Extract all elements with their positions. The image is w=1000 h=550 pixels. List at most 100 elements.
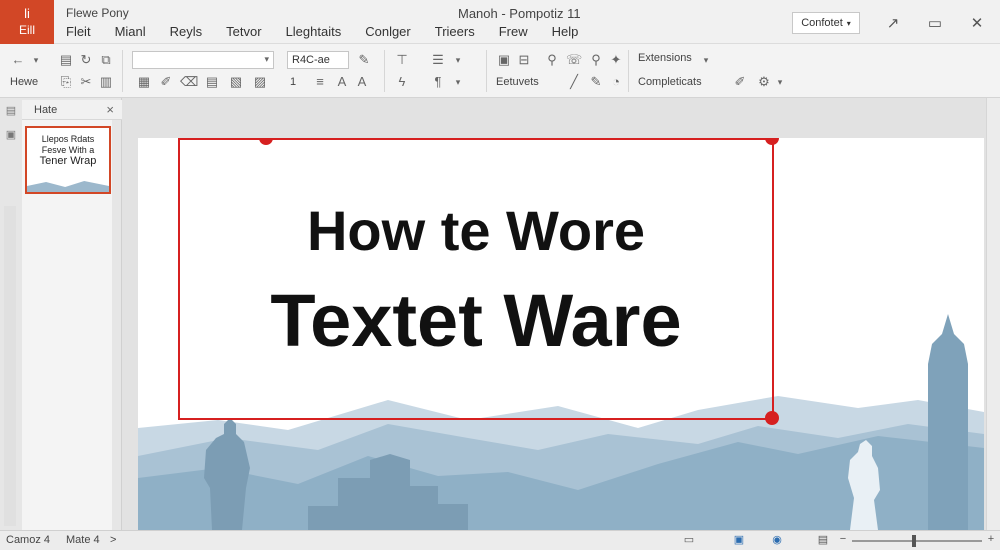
restore-arrow-icon[interactable]: ↗	[882, 12, 904, 34]
clipboard-icon[interactable]: ⧉	[98, 52, 114, 68]
page-indicator: Mate 4	[66, 534, 100, 546]
thumb-icon[interactable]: ◔	[608, 74, 624, 90]
slide-thumbnail-pane: ▤ ▣ Hate × Llepos Rdats Fesve With a Ten…	[0, 98, 122, 530]
phone-icon[interactable]: ☏	[566, 52, 582, 68]
pane-title: Hate	[34, 104, 58, 116]
document-name: Flewe Pony	[66, 6, 129, 20]
slide-counter: Camoz 4	[6, 534, 51, 546]
chevron-down-icon[interactable]: ▾	[698, 52, 714, 68]
status-bar: Camoz 4 Mate 4 > ▭ ▣ ◉ ▤ − +	[0, 530, 1000, 550]
normal-view-icon[interactable]: ▣	[732, 533, 746, 547]
menu-item-8[interactable]: Help	[552, 24, 589, 39]
picture-icon[interactable]: ▨	[252, 74, 268, 90]
selected-text-box[interactable]: How te Wore Textet Ware	[178, 138, 774, 420]
shape-icon[interactable]: ▣	[496, 52, 512, 68]
pencil-icon[interactable]: ✎	[588, 74, 604, 90]
settings-icon[interactable]: ⚙	[756, 74, 772, 90]
lightning-icon[interactable]: ϟ	[394, 74, 410, 90]
format-painter-icon[interactable]: ↻	[78, 52, 94, 68]
slide-title-line-1[interactable]: How te Wore	[180, 198, 772, 263]
bullets-icon[interactable]: ☰	[430, 52, 446, 68]
menu-item-4[interactable]: Lleghtaits	[286, 24, 352, 39]
cut-icon[interactable]: ✂	[78, 74, 94, 90]
ribbon-home-label[interactable]: Hewe	[10, 76, 38, 88]
back-arrow-icon[interactable]: ←	[10, 52, 26, 68]
chart-icon[interactable]: ▧	[228, 74, 244, 90]
reading-view-icon[interactable]: ◉	[770, 533, 784, 547]
font-size-box[interactable]: R4C-ae	[287, 51, 349, 69]
pane-close-icon[interactable]: ×	[106, 102, 114, 117]
slide-thumbnail[interactable]: Llepos Rdats Fesve With a Tener Wrap	[25, 126, 111, 194]
zoom-out-icon[interactable]: −	[836, 533, 850, 547]
slide-canvas[interactable]: How te Wore Textet Ware	[138, 138, 984, 530]
menu-item-6[interactable]: Trieers	[435, 24, 485, 39]
size-value[interactable]: 1	[290, 76, 296, 88]
menu-bar: Fleit Mianl Reyls Tetvor Lleghtaits Conl…	[66, 24, 602, 39]
zoom-slider[interactable]	[852, 540, 982, 542]
thumbnail-list: Llepos Rdats Fesve With a Tener Wrap	[22, 120, 112, 530]
outline-toggle-icon[interactable]: ▤	[4, 104, 18, 118]
group-label-extensions[interactable]: Extensions	[638, 52, 692, 64]
thumbnail-line-3: Tener Wrap	[39, 155, 97, 167]
menu-item-0[interactable]: Fleit	[66, 24, 101, 39]
font-color-icon[interactable]: A	[334, 74, 350, 90]
file-tab[interactable]: li Eill	[0, 0, 54, 44]
ribbon-separator	[122, 50, 123, 92]
text-label[interactable]: Eetuvets	[496, 76, 539, 88]
pin-icon[interactable]: ⚲	[588, 52, 604, 68]
thumbnail-text: Llepos Rdats Fesve With a Tener Wrap	[27, 134, 109, 167]
chevron-down-icon: ▾	[846, 18, 851, 28]
chevron-down-icon[interactable]: ▾	[772, 74, 788, 90]
text-direction-icon[interactable]: ⊤	[394, 52, 410, 68]
copy-icon[interactable]: ⎘	[58, 74, 74, 90]
brush-icon[interactable]: ✐	[158, 74, 174, 90]
pane-header: Hate ×	[22, 100, 122, 120]
title-bar: li Eill Flewe Pony Fleit Mianl Reyls Tet…	[0, 0, 1000, 44]
slideshow-icon[interactable]: ▤	[816, 533, 830, 547]
maximize-icon[interactable]: ▭	[924, 12, 946, 34]
chevron-down-icon[interactable]: ▾	[450, 74, 466, 90]
line-icon[interactable]: ╱	[566, 74, 582, 90]
chevron-down-icon[interactable]: ▾	[450, 52, 466, 68]
file-tab-label: Eill	[18, 23, 35, 37]
next-arrow[interactable]: >	[110, 534, 116, 546]
ribbon-separator	[628, 50, 629, 92]
ribbon-separator	[486, 50, 487, 92]
menu-item-7[interactable]: Frew	[499, 24, 538, 39]
share-label: Confotet	[801, 17, 843, 29]
arrange-icon[interactable]: ⊟	[516, 52, 532, 68]
table-icon[interactable]: ▦	[136, 74, 152, 90]
pen-icon[interactable]: ✎	[356, 52, 372, 68]
window-title: Manoh - Pompotiz 11	[458, 6, 581, 21]
close-icon[interactable]: ✕	[966, 12, 988, 34]
dropdown-icon[interactable]: ▾	[28, 52, 44, 68]
brush-icon[interactable]: ✐	[732, 74, 748, 90]
menu-item-2[interactable]: Reyls	[170, 24, 213, 39]
grid-icon[interactable]: ▤	[204, 74, 220, 90]
share-dropdown[interactable]: Confotet ▾	[792, 12, 860, 34]
menu-item-1[interactable]: Mianl	[115, 24, 156, 39]
slide-title-line-2[interactable]: Textet Ware	[180, 278, 772, 363]
search-icon[interactable]: ⚲	[544, 52, 560, 68]
notes-icon[interactable]: ▭	[682, 533, 696, 547]
paste-icon[interactable]: ▤	[58, 52, 74, 68]
paragraph-icon[interactable]: ¶	[430, 74, 446, 90]
slides-toggle-icon[interactable]: ▣	[4, 128, 18, 142]
vertical-scrollbar[interactable]	[986, 98, 1000, 530]
pane-scrollbar[interactable]	[4, 206, 16, 526]
menu-item-5[interactable]: Conlger	[365, 24, 421, 39]
resize-handle-bottom-right[interactable]	[765, 411, 779, 425]
font-name-box[interactable]: ▾	[132, 51, 274, 69]
menu-item-3[interactable]: Tetvor	[226, 24, 271, 39]
zoom-slider-knob[interactable]	[912, 535, 916, 547]
layout-icon[interactable]: ▥	[98, 74, 114, 90]
ribbon-separator	[384, 50, 385, 92]
sparkle-icon[interactable]: ✦	[608, 52, 624, 68]
group-label-completicats[interactable]: Completicats	[638, 76, 702, 88]
eraser-icon[interactable]: ⌫	[180, 74, 198, 90]
zoom-in-icon[interactable]: +	[984, 533, 998, 547]
chevron-down-icon: ▾	[264, 54, 269, 64]
app-logo: li	[24, 6, 30, 21]
highlight-icon[interactable]: A	[354, 74, 370, 90]
align-icon[interactable]: ≡	[312, 74, 328, 90]
